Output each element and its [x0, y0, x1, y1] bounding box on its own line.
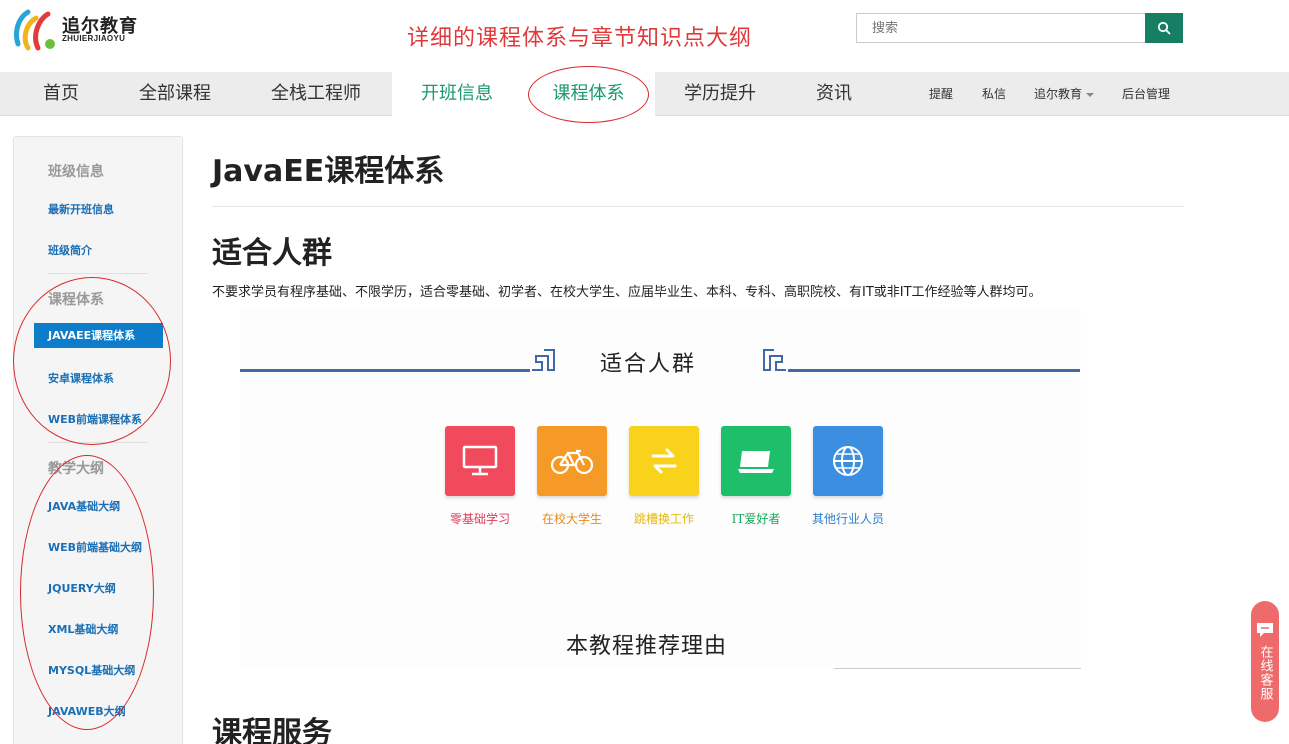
- sidebar-item-xml[interactable]: XML基础大纲: [48, 621, 118, 637]
- sidebar-item-latest-classes[interactable]: 最新开班信息: [48, 201, 114, 217]
- sidebar: 班级信息 最新开班信息 班级简介 课程体系 JAVAEE课程体系 安卓课程体系 …: [13, 136, 183, 744]
- logo-icon: [13, 9, 55, 51]
- header: 追尔教育 ZHUIERJIAOYU 详细的课程体系与章节知识点大纲: [0, 0, 1289, 72]
- sidebar-divider: [48, 273, 148, 274]
- nav-messages[interactable]: 私信: [982, 72, 1006, 116]
- sidebar-divider: [48, 442, 148, 443]
- search-input[interactable]: [856, 13, 1146, 43]
- user-menu-label: 追尔教育: [1034, 87, 1083, 101]
- sidebar-item-javaweb[interactable]: JAVAWEB大纲: [48, 703, 126, 719]
- online-support-label: 在线客服: [1257, 645, 1273, 701]
- ornament-right-icon: [763, 349, 786, 371]
- section-description: 不要求学员有程序基础、不限学历，适合零基础、初学者、在校大学生、应届毕业生、本科…: [212, 285, 1042, 300]
- monitor-icon: [462, 445, 498, 476]
- title-divider: [212, 206, 1184, 207]
- tile-it-fans: [721, 426, 791, 496]
- nav-class-info[interactable]: 开班信息: [392, 72, 522, 116]
- chevron-down-icon: [1086, 92, 1095, 97]
- banner-rule-right: [788, 369, 1080, 372]
- sidebar-item-java-basics[interactable]: JAVA基础大纲: [48, 498, 120, 514]
- sidebar-item-javaee[interactable]: JAVAEE课程体系: [34, 323, 163, 348]
- nav-fullstack[interactable]: 全栈工程师: [262, 72, 370, 116]
- sidebar-item-android[interactable]: 安卓课程体系: [48, 370, 114, 386]
- nav-user-menu[interactable]: 追尔教育: [1034, 72, 1095, 116]
- search-icon: [1157, 21, 1171, 35]
- tile-job-change: [629, 426, 699, 496]
- nav-all-courses[interactable]: 全部课程: [130, 72, 220, 116]
- tile-label: 其他行业人员: [811, 512, 884, 526]
- sidebar-item-jquery[interactable]: JQUERY大纲: [48, 580, 116, 596]
- sidebar-heading-class-info: 班级信息: [48, 164, 104, 180]
- section-title-audience: 适合人群: [212, 236, 332, 271]
- section-title-services: 课程服务: [212, 716, 332, 744]
- main-nav: 首页 全部课程 全栈工程师 开班信息 课程体系 学历提升 资讯 提醒 私信 追尔…: [0, 72, 1289, 116]
- page-title: JavaEE课程体系: [212, 154, 445, 189]
- banner-subtitle: 本教程推荐理由: [566, 634, 728, 659]
- search-button[interactable]: [1145, 13, 1183, 43]
- logo[interactable]: 追尔教育 ZHUIERJIAOYU: [12, 4, 142, 52]
- audience-banner: 适合人群 零基础学习 在校大学生 跳槽换工作 IT爱好者 其他行业人员 本教程推…: [240, 308, 1081, 670]
- switch-icon: [651, 448, 677, 474]
- banner-title: 适合人群: [600, 352, 697, 377]
- banner-footer-line: [834, 668, 1081, 669]
- logo-subtitle: ZHUIERJIAOYU: [62, 34, 126, 43]
- sidebar-item-mysql[interactable]: MYSQL基础大纲: [48, 662, 135, 678]
- chat-bubble-icon: [1257, 623, 1273, 637]
- search-box: [856, 13, 1183, 43]
- sidebar-item-web-frontend[interactable]: WEB前端课程体系: [48, 411, 142, 427]
- tile-other-industries: [813, 426, 883, 496]
- nav-degree[interactable]: 学历提升: [675, 72, 765, 116]
- globe-icon: [833, 446, 863, 476]
- laptop-icon: [738, 451, 774, 473]
- nav-admin[interactable]: 后台管理: [1122, 72, 1170, 116]
- annotation-title: 详细的课程体系与章节知识点大纲: [407, 26, 753, 51]
- nav-home[interactable]: 首页: [28, 72, 94, 116]
- nav-news[interactable]: 资讯: [800, 72, 868, 116]
- tile-zero-basics: [445, 426, 515, 496]
- bicycle-icon: [550, 449, 594, 475]
- sidebar-item-class-intro[interactable]: 班级简介: [48, 242, 92, 258]
- sidebar-heading-syllabus: 教学大纲: [48, 461, 104, 477]
- nav-course-system[interactable]: 课程体系: [522, 72, 655, 116]
- tile-students: [537, 426, 607, 496]
- online-support-button[interactable]: 在线客服: [1251, 601, 1279, 722]
- nav-reminders[interactable]: 提醒: [929, 72, 953, 116]
- banner-rule-left: [240, 369, 530, 372]
- sidebar-item-web-basics[interactable]: WEB前端基础大纲: [48, 539, 142, 555]
- ornament-left-icon: [532, 349, 555, 371]
- sidebar-heading-course-system: 课程体系: [48, 292, 104, 308]
